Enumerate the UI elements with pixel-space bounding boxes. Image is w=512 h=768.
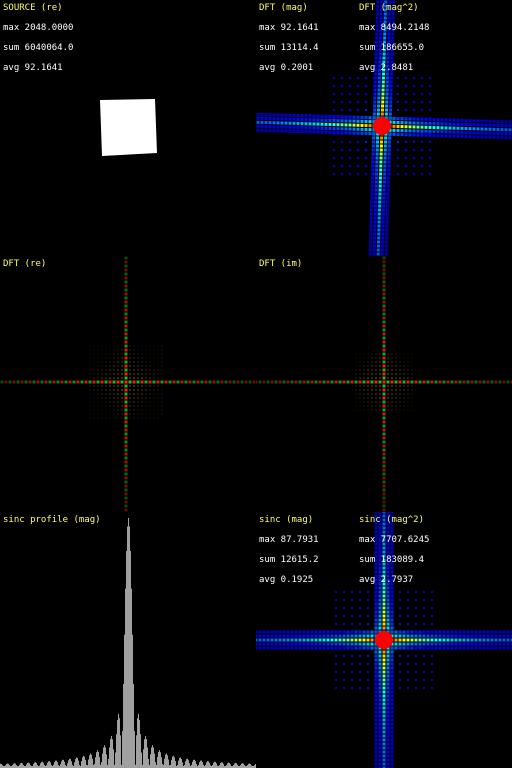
dft-mag2-avg: avg 2.8481	[359, 63, 414, 73]
dft-mag-heatmap	[256, 0, 512, 256]
source-image	[100, 99, 157, 156]
source-max: max 2048.0000	[3, 23, 74, 33]
dft-mag-sum: sum 13114.4	[259, 43, 319, 53]
dc-peak	[375, 631, 393, 649]
dft-re-panel: DFT (re)	[0, 256, 256, 512]
dft-mag-panel: DFT (mag) max 92.1641 sum 13114.4 avg 0.…	[256, 0, 512, 256]
sinc-mag-heatmap	[256, 512, 512, 768]
dc-peak	[373, 117, 391, 135]
sinc-mag-max: max 87.7931	[259, 535, 319, 545]
dft-re-title: DFT (re)	[3, 259, 47, 269]
dft-mag-avg: avg 0.2001	[259, 63, 314, 73]
source-panel: SOURCE (re) max 2048.0000 sum 6040064.0 …	[0, 0, 256, 256]
sinc-profile-title: sinc profile (mag)	[3, 515, 101, 525]
dft-mag2-max: max 8494.2148	[359, 23, 430, 33]
sinc-mag2-avg: avg 2.7937	[359, 575, 414, 585]
dft-mag-max: max 92.1641	[259, 23, 319, 33]
sinc-mag2-title: sinc (mag^2)	[359, 515, 425, 525]
source-square	[100, 99, 157, 156]
source-avg: avg 92.1641	[3, 63, 63, 73]
sinc-mag-avg: avg 0.1925	[259, 575, 314, 585]
dft-re-image	[0, 256, 256, 512]
sinc-profile-plot	[0, 518, 256, 768]
sinc-mag2-max: max 7707.6245	[359, 535, 430, 545]
dft-im-panel: DFT (im)	[256, 256, 512, 512]
source-sum: sum 6040064.0	[3, 43, 74, 53]
sinc-mag2-sum: sum 183089.4	[359, 555, 425, 565]
source-title: SOURCE (re)	[3, 3, 63, 13]
sinc-mag-panel: sinc (mag) max 87.7931 sum 12615.2 avg 0…	[256, 512, 512, 768]
sinc-mag-title: sinc (mag)	[259, 515, 314, 525]
dft-im-image	[256, 256, 512, 512]
sinc-mag-sum: sum 12615.2	[259, 555, 319, 565]
dft-mag2-title: DFT (mag^2)	[359, 3, 419, 13]
dft-mag2-sum: sum 186655.0	[359, 43, 425, 53]
dft-mag-title: DFT (mag)	[259, 3, 308, 13]
sinc-profile-panel: sinc profile (mag)	[0, 512, 256, 768]
dft-im-title: DFT (im)	[259, 259, 303, 269]
